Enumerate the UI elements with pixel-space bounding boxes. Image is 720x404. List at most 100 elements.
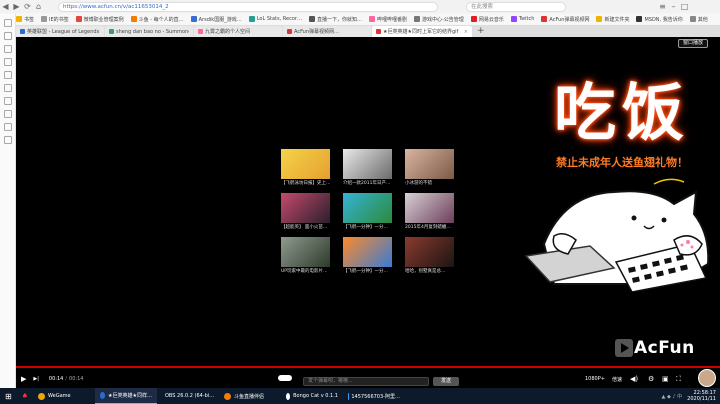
send-button[interactable]: 发送 (433, 377, 459, 386)
tray-icons[interactable]: ▲ ◆ ♪ 中 (662, 393, 683, 400)
recommend-thumb[interactable]: 【飞鹤一分钟】一分… (343, 237, 392, 274)
bookmark-icon (689, 16, 696, 22)
bookmark-item[interactable]: 书签 (16, 14, 34, 24)
bookmark-item[interactable]: 斗鱼 - 每个人的直… (130, 14, 184, 24)
home-icon[interactable]: ⌂ (33, 1, 44, 12)
settings-icon[interactable]: ⚙ (648, 375, 654, 383)
bookmark-item[interactable]: 网易云音乐 (470, 14, 504, 24)
url-field[interactable]: https://www.acfun.cn/v/ac11653014_2 (58, 1, 438, 12)
refresh-icon[interactable]: ⟳ (22, 1, 33, 12)
bookmark-item[interactable]: 游戏中心-公告管理 (414, 14, 464, 24)
browser-tab[interactable]: ★巨类英雄★同时上军它的结界gif × (372, 26, 472, 37)
progress-bar[interactable] (16, 366, 720, 368)
sidebar-cart-icon[interactable] (3, 136, 12, 144)
browser-tab[interactable]: 英雄联盟 - League of Legends (16, 26, 104, 37)
danmu-input[interactable]: 发个弹幕呗，嗷嗷... (303, 377, 429, 386)
recommend-thumb[interactable]: 【飞鹤泳坊日报】史上… (281, 149, 330, 186)
bookmark-icon (596, 16, 603, 22)
recommend-thumb[interactable]: 哈哈，别墅真是总… (405, 237, 454, 274)
thumb-image (281, 193, 330, 223)
taskbar-label: 1457566703-阿里… (351, 393, 400, 400)
minimize-icon[interactable]: – (668, 1, 679, 12)
taskbar-item[interactable]: WeGame (33, 388, 95, 404)
bookmark-item[interactable]: MSDN, 我告诉你 (636, 14, 683, 24)
taskbar-label: OBS 26.0.2 (64-bi… (164, 393, 215, 399)
next-icon[interactable]: ▶| (33, 376, 39, 382)
recommend-thumb[interactable]: 【超能英】 面小火苗… (281, 193, 330, 230)
bookmark-icon (510, 16, 517, 22)
menu-icon[interactable]: ≡ (657, 1, 668, 12)
bookmark-label: MSDN, 我告诉你 (644, 16, 683, 23)
sidebar-grid-icon[interactable] (3, 123, 12, 131)
tab-favicon-icon (109, 29, 114, 34)
volume-icon[interactable]: ◀) (630, 375, 638, 383)
bookmark-icon (190, 16, 197, 22)
sidebar-download-icon[interactable] (3, 58, 12, 66)
window-play-button[interactable]: 窗口播放 (677, 39, 708, 48)
bookmark-icon (130, 16, 137, 22)
forward-icon[interactable]: ▶ (11, 1, 22, 12)
video-player[interactable]: 窗口播放 【飞鹤泳坊日报】史上… 介绍一款2011年日产… 小冰游的不错【超能英】 … (16, 37, 720, 388)
bookmark-item[interactable]: LoL Stats, Recor… (248, 14, 302, 24)
search-input[interactable]: 在此搜索 (466, 1, 566, 12)
sidebar-search-icon[interactable] (3, 71, 12, 79)
bookmark-item[interactable]: AcFun弹幕视频网 (541, 14, 589, 24)
danmu-toggle[interactable] (278, 375, 292, 381)
thumb-image (281, 149, 330, 179)
bookmark-item[interactable]: 直播一下，你就知… (308, 14, 362, 24)
maximize-icon[interactable]: □ (679, 1, 690, 12)
player-controls: ▶ ▶| 00:14 / 00:14 发个弹幕呗，嗷嗷... 发送 1080P+… (16, 366, 720, 388)
bookmark-item[interactable]: 新建文件夹 (596, 14, 629, 24)
back-icon[interactable]: ◀ (0, 1, 11, 12)
quality-selector[interactable]: 1080P+ (585, 376, 605, 382)
bookmark-item[interactable]: IE的书签 (41, 14, 69, 24)
sidebar-home-icon[interactable] (3, 19, 12, 27)
bookmark-icon (541, 16, 548, 22)
thumb-caption: 介绍一款2011年日产… (343, 181, 391, 186)
sidebar-notes-icon[interactable] (3, 97, 12, 105)
avatar[interactable] (698, 369, 716, 387)
taskbar-item[interactable]: OBS 26.0.2 (64-bi… (157, 388, 219, 404)
bookmark-item[interactable]: 哔哩哔哩番剧 (368, 14, 407, 24)
taskbar-item[interactable]: ★巨类英雄★同样… (94, 388, 157, 404)
bookmark-label: 直播一下，你就知… (316, 16, 362, 23)
recommend-thumb[interactable]: 介绍一款2011年日产… (343, 149, 392, 186)
bookmark-icon (75, 16, 82, 22)
new-tab-icon[interactable]: + (477, 26, 485, 37)
sidebar-star-icon[interactable] (3, 110, 12, 118)
tab-label: sheng dan bao no - Summoner S… (116, 28, 189, 35)
thumb-image (343, 149, 392, 179)
browser-tab[interactable]: sheng dan bao no - Summoner S… (105, 26, 193, 37)
recommend-thumb[interactable]: UP玩家中最的电影片… (281, 237, 330, 274)
tab-close-icon[interactable]: × (464, 29, 468, 35)
recommend-thumb[interactable]: 【飞鹤一分钟】一分… (343, 193, 392, 230)
taskbar-app-icon (285, 392, 291, 400)
taskbar-item[interactable]: 1457566703-阿里… (343, 388, 405, 404)
bookmark-item[interactable]: 微博职业管理案例 (75, 14, 124, 24)
tab-label: 九霄之霸的个人空间 (205, 29, 251, 35)
taskbar-label: Bongo Cat v 0.1.1 (293, 393, 338, 399)
app-icon[interactable]: ♠ (17, 388, 33, 404)
play-icon[interactable]: ▶ (21, 375, 26, 383)
bookmark-label: Arsdik国服_游戏… (198, 16, 242, 23)
sidebar-game-icon[interactable] (3, 45, 12, 53)
bookmark-label: 游戏中心-公告管理 (422, 16, 464, 23)
browser-tab[interactable]: 九霄之霸的个人空间 (194, 26, 282, 37)
taskbar-item[interactable]: Bongo Cat v 0.1.1 (281, 388, 343, 404)
bookmark-item[interactable]: Arsdik国服_游戏… (190, 14, 242, 24)
bookmark-item[interactable]: Twitch (510, 14, 534, 24)
browser-tab[interactable]: AcFun弹幕视频网… (283, 26, 371, 37)
recommend-thumb[interactable]: 小冰游的不错 (405, 149, 454, 186)
sidebar-history-icon[interactable] (3, 84, 12, 92)
danmu-placeholder: 发个弹幕呗，嗷嗷... (308, 378, 353, 384)
bookmark-item[interactable]: 其他 (689, 14, 708, 24)
acfun-logo: AcFun (614, 338, 695, 358)
taskbar-item[interactable]: 斗鱼直播伴侣 (219, 388, 281, 404)
pip-icon[interactable]: ▣ (662, 375, 669, 383)
fullscreen-icon[interactable]: ⛶ (676, 375, 681, 384)
speed-selector[interactable]: 倍速 (612, 376, 622, 383)
start-icon[interactable]: ⊞ (0, 388, 17, 404)
recommend-thumb[interactable]: 2015年4月复刻蜡蠟… (405, 193, 454, 230)
sidebar-weibo-icon[interactable] (3, 32, 12, 40)
thumb-caption: 2015年4月复刻蜡蠟… (405, 225, 451, 230)
